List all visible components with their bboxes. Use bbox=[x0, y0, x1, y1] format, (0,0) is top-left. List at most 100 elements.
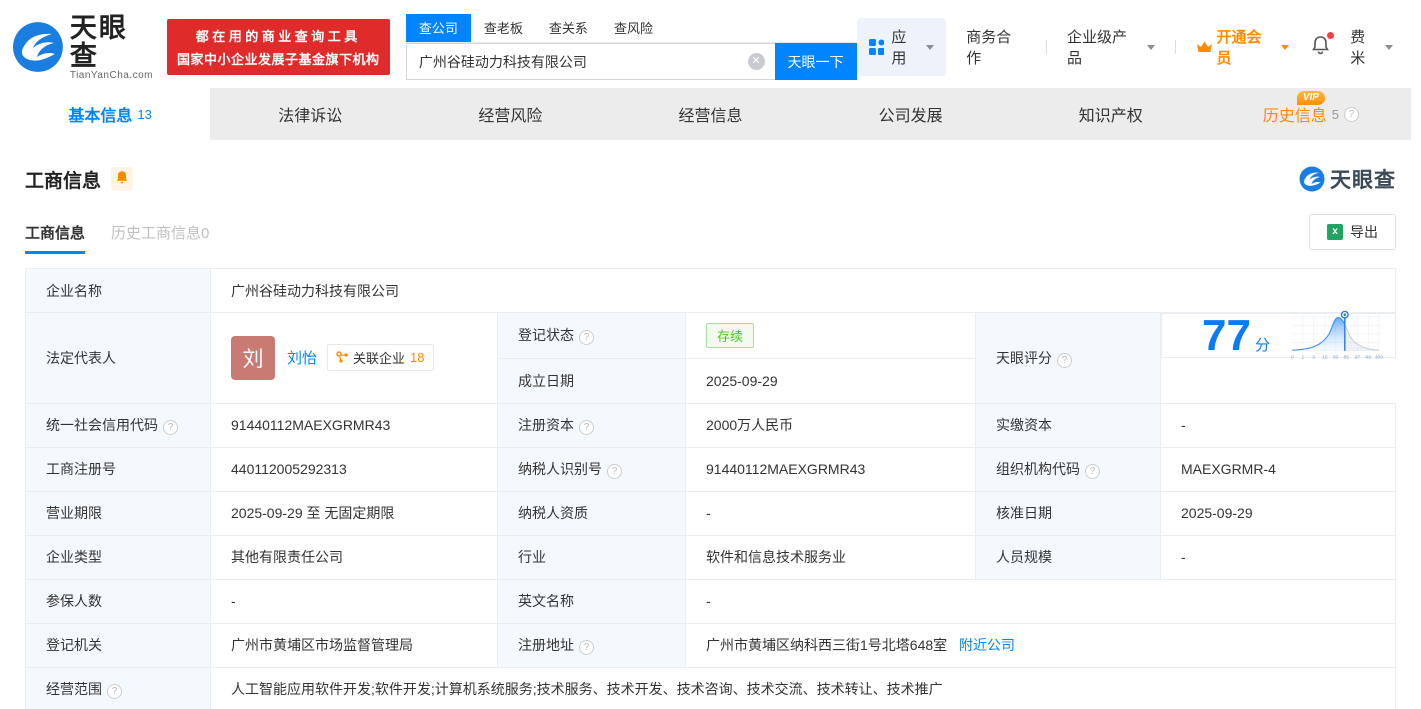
tianyancha-logo[interactable]: 天眼查 TianYanCha.com bbox=[12, 14, 157, 81]
english-name-label: 英文名称 bbox=[497, 578, 686, 624]
org-code-value: MAEXGRMR-4 bbox=[1160, 446, 1396, 492]
tab-history-info-label: 历史信息 bbox=[1262, 108, 1327, 125]
subtab-history-business-info[interactable]: 历史工商信息0 bbox=[111, 222, 209, 254]
legal-rep-cell: 刘 刘怡 关联企业 18 bbox=[210, 312, 498, 404]
chevron-down-icon bbox=[1281, 44, 1290, 50]
table-row: 企业类型 其他有限责任公司 行业 软件和信息技术服务业 人员规模 - bbox=[25, 534, 1396, 580]
svg-text:99: 99 bbox=[1365, 354, 1371, 360]
staff-size-label: 人员规模 bbox=[975, 534, 1161, 580]
banner-line2: 国家中小企业发展子基金旗下机构 bbox=[176, 52, 380, 67]
taxpayer-id-label: 纳税人识别号? bbox=[497, 446, 686, 492]
crown-icon bbox=[1196, 41, 1212, 52]
svg-text:1: 1 bbox=[1301, 354, 1304, 360]
reg-capital-label: 注册资本? bbox=[497, 402, 686, 448]
tab-operation-info[interactable]: 经营信息 bbox=[610, 88, 810, 140]
enterprise-products-menu[interactable]: 企业级产品 bbox=[1067, 26, 1155, 68]
help-icon[interactable]: ? bbox=[1085, 464, 1100, 479]
tianyancha-logo-icon bbox=[12, 22, 63, 72]
search-tab-boss[interactable]: 查老板 bbox=[471, 14, 536, 42]
subtab-business-info[interactable]: 工商信息 bbox=[25, 222, 86, 254]
establish-date-value: 2025-09-29 bbox=[685, 357, 976, 404]
company-section-tabs: 基本信息 13 法律诉讼 经营风险 经营信息 公司发展 知识产权 VIP 历史信… bbox=[10, 88, 1411, 140]
svg-text:97: 97 bbox=[1355, 354, 1361, 360]
taxpayer-quality-label: 纳税人资质 bbox=[497, 490, 686, 536]
notifications-button[interactable] bbox=[1311, 31, 1335, 60]
help-icon[interactable]: ? bbox=[1344, 106, 1360, 122]
apps-menu[interactable]: 应用 bbox=[856, 18, 947, 76]
business-cooperation-link[interactable]: 商务合作 bbox=[966, 26, 1026, 68]
english-name-value: - bbox=[685, 578, 1396, 624]
reg-no-label: 工商注册号 bbox=[25, 446, 211, 492]
legal-rep-label: 法定代表人 bbox=[25, 312, 211, 404]
monitor-bell-button[interactable] bbox=[111, 167, 134, 191]
search-tab-company[interactable]: 查公司 bbox=[405, 14, 471, 42]
help-icon[interactable]: ? bbox=[107, 684, 122, 699]
brand-name: 天眼查 bbox=[69, 12, 128, 71]
business-scope-label: 经营范围? bbox=[25, 666, 211, 709]
help-icon[interactable]: ? bbox=[1057, 352, 1072, 368]
reg-status-value: 存续 bbox=[685, 312, 976, 359]
tab-company-development[interactable]: 公司发展 bbox=[811, 88, 1011, 140]
search-block: 查公司 查老板 查关系 查风险 ✕ 天眼一下 bbox=[405, 14, 857, 80]
chart-x-ticks: 0 1 3 15 50 85 97 99 100 bbox=[1291, 354, 1383, 360]
search-tabs: 查公司 查老板 查关系 查风险 bbox=[405, 14, 857, 43]
search-tab-risk[interactable]: 查风险 bbox=[601, 14, 666, 42]
insured-label: 参保人数 bbox=[25, 578, 211, 624]
approve-date-value: 2025-09-29 bbox=[1160, 490, 1396, 536]
status-badge: 存续 bbox=[706, 322, 755, 348]
svg-text:3: 3 bbox=[1312, 354, 1315, 360]
tianyancha-watermark: 天眼查 bbox=[1299, 164, 1396, 194]
chevron-down-icon bbox=[926, 44, 935, 50]
reg-no-value: 440112005292313 bbox=[210, 446, 498, 492]
main-content: 工商信息 天眼查 工商信息 历史工商信息0 x 导出 企业名称 广州谷硅动力科技… bbox=[10, 140, 1411, 709]
tab-legal-proceedings[interactable]: 法律诉讼 bbox=[210, 88, 410, 140]
related-companies-badge[interactable]: 关联企业 18 bbox=[327, 344, 434, 372]
company-name-label: 企业名称 bbox=[25, 268, 211, 313]
header-right-nav: 应用 商务合作 企业级产品 开通会员 费米 bbox=[856, 18, 1393, 76]
table-row: 参保人数 - 英文名称 - bbox=[25, 578, 1396, 624]
search-button[interactable]: 天眼一下 bbox=[774, 43, 857, 80]
help-icon[interactable]: ? bbox=[579, 640, 594, 655]
table-row: 法定代表人 刘 刘怡 关联企业 18 登记状态 ? 存续 天眼评分 ? 77 分… bbox=[25, 310, 1396, 404]
reg-status-label: 登记状态? bbox=[497, 312, 686, 359]
top-header: 天眼查 TianYanCha.com 都在用的商业查询工具 国家中小企业发展子基… bbox=[0, 0, 1421, 88]
company-type-label: 企业类型 bbox=[25, 534, 211, 580]
business-info-table: 企业名称 广州谷硅动力科技有限公司 法定代表人 刘 刘怡 关联企业 18 登记状… bbox=[25, 268, 1396, 709]
paid-capital-label: 实缴资本 bbox=[975, 402, 1161, 448]
help-icon[interactable]: ? bbox=[607, 464, 622, 479]
table-row: 营业期限 2025-09-29 至 无固定期限 纳税人资质 - 核准日期 202… bbox=[25, 490, 1396, 536]
help-icon[interactable]: ? bbox=[163, 420, 178, 435]
industry-label: 行业 bbox=[497, 534, 686, 580]
registry-value: 广州市黄埔区市场监督管理局 bbox=[210, 622, 498, 668]
legal-rep-name-link[interactable]: 刘怡 bbox=[287, 347, 317, 368]
clear-search-icon[interactable]: ✕ bbox=[747, 53, 765, 70]
divider bbox=[1045, 40, 1047, 54]
nearby-companies-link[interactable]: 附近公司 bbox=[959, 637, 1015, 653]
svg-text:100: 100 bbox=[1375, 354, 1384, 360]
registry-label: 登记机关 bbox=[25, 622, 211, 668]
apps-grid-icon bbox=[868, 39, 885, 55]
score-label: 天眼评分? bbox=[975, 312, 1161, 404]
excel-icon: x bbox=[1327, 224, 1343, 240]
open-vip-label: 开通会员 bbox=[1216, 29, 1262, 67]
org-code-label: 组织机构代码? bbox=[975, 446, 1161, 492]
related-companies-label: 关联企业 bbox=[353, 351, 406, 367]
tab-basic-info[interactable]: 基本信息 13 bbox=[10, 88, 211, 140]
tab-intellectual-property[interactable]: 知识产权 bbox=[1011, 88, 1211, 140]
search-input[interactable] bbox=[405, 43, 775, 80]
industry-value: 软件和信息技术服务业 bbox=[685, 534, 976, 580]
help-icon[interactable]: ? bbox=[579, 420, 594, 435]
user-menu[interactable]: 费米 bbox=[1350, 26, 1393, 68]
help-icon[interactable]: ? bbox=[579, 330, 594, 346]
tab-history-info[interactable]: VIP 历史信息 5 ? bbox=[1211, 88, 1411, 140]
tab-operation-risk[interactable]: 经营风险 bbox=[410, 88, 610, 140]
export-button[interactable]: x 导出 bbox=[1309, 214, 1396, 250]
open-vip-button[interactable]: 开通会员 bbox=[1196, 26, 1290, 68]
promo-banner: 都在用的商业查询工具 国家中小企业发展子基金旗下机构 bbox=[166, 19, 390, 75]
search-tab-relation[interactable]: 查关系 bbox=[536, 14, 601, 42]
table-row: 工商注册号 440112005292313 纳税人识别号? 91440112MA… bbox=[25, 446, 1396, 492]
paid-capital-value: - bbox=[1160, 402, 1396, 448]
approve-date-label: 核准日期 bbox=[975, 490, 1161, 536]
avatar[interactable]: 刘 bbox=[231, 335, 275, 380]
username-label: 费米 bbox=[1350, 29, 1366, 67]
